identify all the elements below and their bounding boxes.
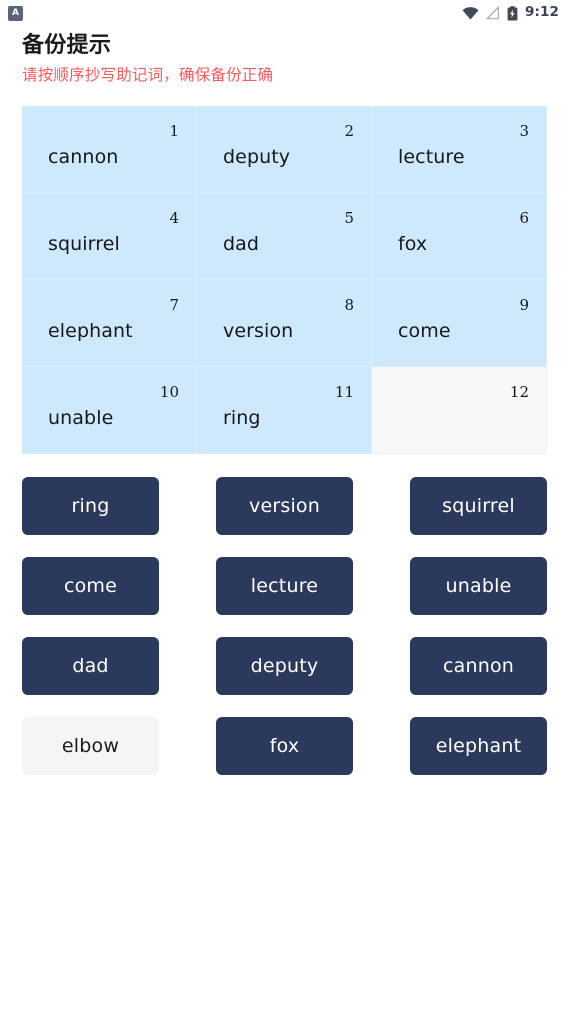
- mnemonic-cell[interactable]: 5 dad: [197, 192, 372, 280]
- mnemonic-cell-index: 3: [519, 121, 529, 140]
- mnemonic-grid: 1 cannon 2 deputy 3 lecture 4 squirrel 5 dad 6 fox 7…: [22, 105, 547, 454]
- app-icon: A: [8, 5, 23, 21]
- status-bar-left: A: [8, 5, 23, 21]
- mnemonic-cell-word: squirrel: [48, 232, 120, 255]
- mnemonic-cell-index: 7: [169, 295, 179, 314]
- mnemonic-cell-word: dad: [223, 232, 260, 255]
- status-bar-clock: 9:12: [525, 4, 559, 21]
- mnemonic-cell-index: 8: [344, 295, 354, 314]
- battery-charging-icon: [507, 5, 518, 21]
- word-button[interactable]: cannon: [410, 636, 547, 695]
- status-bar-right: 9:12: [462, 4, 559, 21]
- word-button[interactable]: lecture: [216, 556, 353, 615]
- mnemonic-cell-index: 2: [344, 121, 354, 140]
- mnemonic-cell[interactable]: 10 unable: [22, 366, 197, 454]
- mnemonic-cell-index: 6: [519, 208, 529, 227]
- word-button[interactable]: dad: [22, 636, 159, 695]
- mnemonic-cell-index: 5: [344, 208, 354, 227]
- mnemonic-cell[interactable]: 4 squirrel: [22, 192, 197, 280]
- mnemonic-cell-word: lecture: [398, 145, 465, 168]
- word-button[interactable]: ring: [22, 476, 159, 535]
- mnemonic-cell-index: 11: [334, 382, 354, 401]
- mnemonic-cell-word: ring: [223, 406, 261, 429]
- wifi-icon: [462, 6, 479, 20]
- mnemonic-cell[interactable]: 7 elephant: [22, 279, 197, 367]
- signal-off-icon: [486, 6, 500, 20]
- mnemonic-cell[interactable]: 3 lecture: [372, 105, 547, 193]
- mnemonic-cell-word: deputy: [223, 145, 291, 168]
- mnemonic-cell[interactable]: 9 come: [372, 279, 547, 367]
- word-button[interactable]: unable: [410, 556, 547, 615]
- mnemonic-cell-word: elephant: [48, 319, 133, 342]
- word-button: elbow: [22, 716, 159, 775]
- mnemonic-cell-word: come: [398, 319, 451, 342]
- word-button[interactable]: elephant: [410, 716, 547, 775]
- mnemonic-cell-index: 12: [509, 382, 529, 401]
- mnemonic-cell-index: 1: [169, 121, 179, 140]
- word-bank: ring version squirrel come lecture unable dad d…: [22, 476, 547, 775]
- word-button[interactable]: version: [216, 476, 353, 535]
- mnemonic-cell-word: unable: [48, 406, 114, 429]
- page-subtitle: 请按顺序抄写助记词，确保备份正确: [22, 65, 274, 84]
- mnemonic-cell-word: version: [223, 319, 294, 342]
- mnemonic-cell-index: 10: [159, 382, 179, 401]
- mnemonic-cell[interactable]: 6 fox: [372, 192, 547, 280]
- page-header: 备份提示 请按顺序抄写助记词，确保备份正确: [0, 26, 569, 85]
- word-button[interactable]: squirrel: [410, 476, 547, 535]
- word-button[interactable]: fox: [216, 716, 353, 775]
- mnemonic-cell[interactable]: 11 ring: [197, 366, 372, 454]
- page-title: 备份提示: [22, 33, 112, 58]
- word-button[interactable]: deputy: [216, 636, 353, 695]
- mnemonic-cell-index: 9: [519, 295, 529, 314]
- mnemonic-cell[interactable]: 8 version: [197, 279, 372, 367]
- mnemonic-cell[interactable]: 2 deputy: [197, 105, 372, 193]
- mnemonic-cell[interactable]: 1 cannon: [22, 105, 197, 193]
- mnemonic-cell-word: cannon: [48, 145, 119, 168]
- mnemonic-cell-index: 4: [169, 208, 179, 227]
- mnemonic-cell-word: fox: [398, 232, 428, 255]
- word-button[interactable]: come: [22, 556, 159, 615]
- status-bar: A 9:12: [0, 0, 569, 26]
- mnemonic-cell[interactable]: 12: [372, 366, 547, 454]
